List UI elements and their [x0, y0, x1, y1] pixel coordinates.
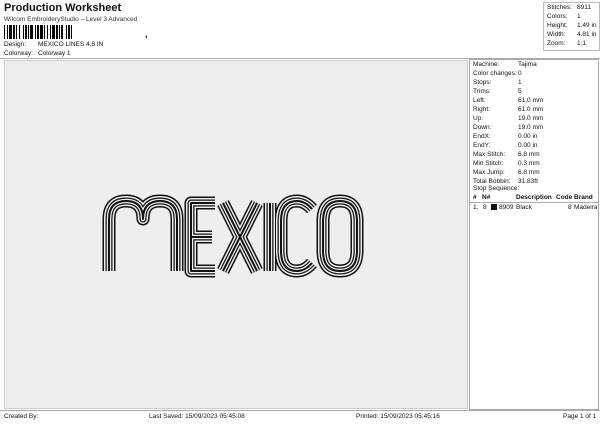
embroidery-preview [5, 61, 467, 408]
info-row-left: Left: 61.0 mm [473, 97, 543, 104]
mexico-lettering [109, 201, 357, 271]
info-value: 0.00 in [518, 142, 538, 149]
design-label: Design: [4, 41, 27, 48]
info-row-down: Down: 19.0 mm [473, 124, 543, 131]
info-row-total-bobbin: Total Bobbin: 31.83ft [473, 178, 538, 185]
info-value: 61.0 mm [518, 97, 544, 104]
info-value: 6.8 mm [518, 151, 540, 158]
barcode-suffix: , [145, 29, 148, 39]
info-row-min-stitch: Min Stitch: 0.3 mm [473, 160, 540, 167]
info-label: Color changes: [473, 70, 517, 77]
design-stats-box: Stitches: 8911 Colors: 1 Height: 1.49 in Wi… [543, 2, 600, 51]
colorway-line: Colorway: Colorway 1 [4, 50, 71, 57]
info-row-endx: EndX: 0.00 in [473, 133, 538, 140]
zoom-label: Zoom: [547, 40, 566, 47]
info-row-up: Up: 19.0 mm [473, 115, 543, 122]
info-label: Stops: [473, 79, 492, 86]
info-row-color-changes: Color changes:0 [473, 70, 522, 77]
info-row-stops: Stops: 1 [473, 79, 522, 86]
info-value: 61.0 mm [518, 106, 544, 113]
colors-value: 1 [577, 13, 581, 20]
colorway-label: Colorway: [4, 50, 33, 57]
row-description: Black [516, 204, 532, 211]
info-row-endy: EndY: 0.00 in [473, 142, 538, 149]
col-brand: Brand [574, 194, 593, 201]
printed-date: Printed: 15/09/2023 05:45:16 [356, 413, 440, 420]
info-value: Tajima [518, 61, 537, 68]
row-brand: Madeira Rayon 40 [574, 204, 598, 211]
col-code: Code [556, 194, 573, 201]
info-label: Right: [473, 106, 490, 113]
height-label: Height: [547, 22, 568, 29]
machine-info-panel: Machine: Tajima Color changes:0 Stops: 1 T… [469, 59, 599, 410]
page-title: Production Worksheet [4, 2, 122, 14]
info-row-trims: Trims: 5 [473, 88, 522, 95]
info-row-machine: Machine: Tajima [473, 61, 537, 68]
info-value: 5 [518, 88, 522, 95]
stitches-value: 8911 [577, 4, 591, 11]
info-label: Up: [473, 115, 484, 122]
info-label: Machine: [473, 61, 500, 68]
design-line: Design: MEXICO LINES 4,8 IN [4, 41, 103, 48]
info-label: Max Stitch: [473, 151, 506, 158]
info-value: 31.83ft [518, 178, 538, 185]
info-label: EndX: [473, 133, 491, 140]
info-value: 0.00 in [518, 133, 538, 140]
info-value: 19.0 mm [518, 124, 544, 131]
info-value: 1 [518, 79, 522, 86]
stitches-label: Stitches: [547, 4, 572, 11]
info-value: 6.8 mm [518, 169, 540, 176]
width-value: 4.81 in [577, 31, 597, 38]
row-code: 8 [568, 204, 572, 211]
height-value: 1.49 in [577, 22, 597, 29]
footer-divider [0, 410, 600, 411]
zoom-value: 1:1 [577, 40, 587, 47]
software-name: Wilcom EmbroideryStudio – Level 3 Advanc… [4, 16, 138, 23]
last-saved: Last Saved: 15/09/2023 05:45:08 [149, 413, 245, 420]
created-by: Created By: [4, 413, 39, 420]
col-index: # [473, 194, 477, 201]
info-label: Total Bobbin: [473, 178, 511, 185]
row-needle: 8 [483, 204, 487, 211]
info-row-right: Right: 61.0 mm [473, 106, 543, 113]
info-label: Down: [473, 124, 492, 131]
info-row-max-jump: Max Jump: 6.8 mm [473, 169, 540, 176]
stop-sequence-heading: Stop Sequence: [473, 185, 520, 192]
stop-sequence-row: 1. 8 8909 Black 8 Madeira Rayon 40 [470, 203, 598, 212]
row-color-code: 8909 [499, 204, 514, 211]
info-label: Max Jump: [473, 169, 505, 176]
col-description: Description [516, 194, 552, 201]
col-needle: N# [482, 194, 491, 201]
info-label: Trims: [473, 88, 491, 95]
info-value: 19.0 mm [518, 115, 544, 122]
width-label: Width: [547, 31, 566, 38]
design-value: MEXICO LINES 4,8 IN [38, 41, 104, 48]
barcode: , [4, 25, 148, 39]
info-value: 0.3 mm [518, 160, 540, 167]
stop-sequence-header: # N# Description Code Brand [470, 193, 598, 203]
info-label: Left: [473, 97, 486, 104]
info-label: Min Stitch: [473, 160, 504, 167]
color-swatch [491, 204, 497, 210]
info-label: EndY: [473, 142, 491, 149]
page-number: Page 1 of 1 [563, 413, 597, 420]
design-preview [4, 60, 468, 409]
colors-label: Colors: [547, 13, 568, 20]
info-value: 0 [518, 70, 522, 77]
row-index: 1. [473, 204, 479, 211]
info-row-max-stitch: Max Stitch: 6.8 mm [473, 151, 540, 158]
colorway-value: Colorway 1 [38, 50, 71, 57]
